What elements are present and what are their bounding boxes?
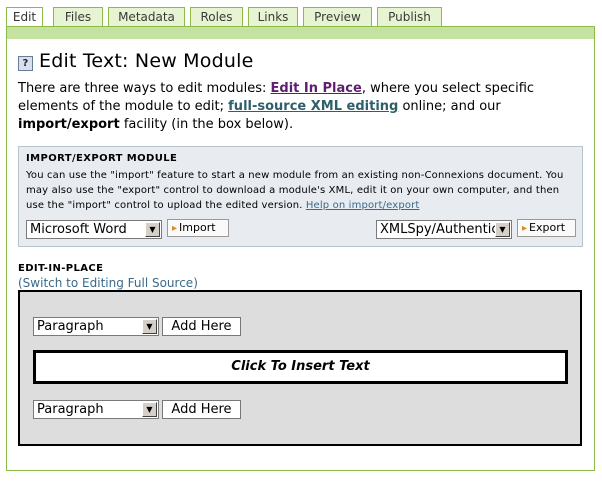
full-source-link[interactable]: full-source XML editing — [228, 99, 398, 114]
content-topbar — [7, 27, 594, 39]
tab-publish[interactable]: Publish — [377, 7, 442, 26]
tab-files[interactable]: Files — [53, 7, 103, 26]
import-format-select[interactable]: Microsoft Word ▼ — [26, 220, 162, 239]
click-to-insert-text-box[interactable]: Click To Insert Text — [33, 350, 568, 384]
import-format-value: Microsoft Word — [30, 222, 127, 237]
export-format-value: XMLSpy/Authentic — [380, 222, 499, 237]
import-export-heading: IMPORT/EXPORT MODULE — [26, 153, 178, 164]
chevron-down-icon[interactable]: ▼ — [142, 402, 157, 417]
intro-text: There are three ways to edit modules: Ed… — [18, 80, 584, 134]
tab-roles[interactable]: Roles — [190, 7, 243, 26]
add-here-button-top[interactable]: Add Here — [162, 317, 241, 336]
arrow-right-icon: ▸ — [522, 223, 528, 234]
intro-part-4: facility (in the box below). — [119, 117, 294, 132]
import-button[interactable]: ▸ Import — [167, 219, 229, 237]
tab-metadata[interactable]: Metadata — [108, 7, 185, 26]
element-type-value-top: Paragraph — [37, 319, 104, 334]
page-title: ? Edit Text: New Module — [18, 50, 253, 72]
element-type-value-bottom: Paragraph — [37, 402, 104, 417]
edit-in-place-link[interactable]: Edit In Place — [271, 81, 362, 96]
export-button-label: Export — [529, 221, 566, 234]
export-format-select[interactable]: XMLSpy/Authentic ▼ — [376, 220, 512, 239]
chevron-down-icon[interactable]: ▼ — [495, 222, 510, 237]
add-here-button-bottom[interactable]: Add Here — [162, 400, 241, 419]
page-title-text: Edit Text: New Module — [39, 50, 254, 72]
import-export-box: IMPORT/EXPORT MODULE You can use the "im… — [18, 146, 583, 247]
import-export-help-link[interactable]: Help on import/export — [306, 200, 420, 211]
intro-part-1: There are three ways to edit modules: — [18, 81, 271, 96]
chevron-down-icon[interactable]: ▼ — [142, 319, 157, 334]
edit-in-place-heading: EDIT-IN-PLACE — [18, 263, 104, 274]
switch-to-full-source-link[interactable]: (Switch to Editing Full Source) — [18, 276, 198, 290]
edit-in-place-area: Paragraph ▼ Add Here Click To Insert Tex… — [18, 290, 582, 446]
element-type-select-bottom[interactable]: Paragraph ▼ — [33, 400, 159, 419]
import-button-label: Import — [179, 221, 216, 234]
arrow-right-icon: ▸ — [172, 223, 178, 234]
export-button[interactable]: ▸ Export — [517, 219, 576, 237]
chevron-down-icon[interactable]: ▼ — [145, 222, 160, 237]
tab-preview[interactable]: Preview — [303, 7, 372, 26]
help-icon[interactable]: ? — [18, 56, 33, 71]
intro-part-3: online; and our — [398, 99, 501, 114]
element-type-select-top[interactable]: Paragraph ▼ — [33, 317, 159, 336]
tab-edit[interactable]: Edit — [6, 7, 43, 27]
import-export-description: You can use the "import" feature to star… — [26, 168, 578, 213]
import-export-bold: import/export — [18, 117, 120, 132]
import-export-text: You can use the "import" feature to star… — [26, 170, 564, 211]
tab-links[interactable]: Links — [248, 7, 298, 26]
